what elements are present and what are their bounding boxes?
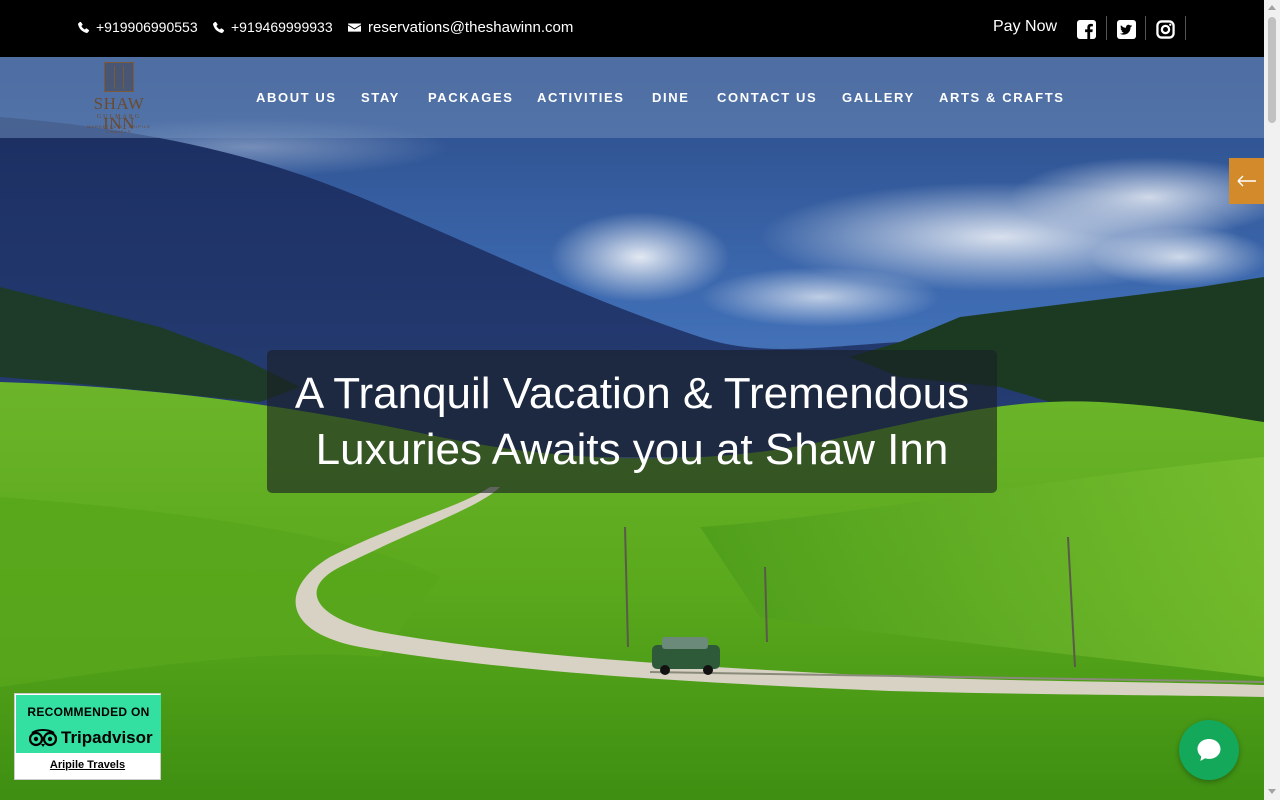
nav-activities[interactable]: ACTIVITIES bbox=[537, 90, 625, 105]
slider-prev-button[interactable] bbox=[1229, 158, 1264, 204]
phone-icon bbox=[213, 21, 225, 33]
social-divider bbox=[1106, 16, 1107, 40]
twitter-icon bbox=[1116, 19, 1136, 39]
tripadvisor-recommended-text: RECOMMENDED ON bbox=[27, 705, 150, 719]
chat-widget-button[interactable] bbox=[1179, 720, 1239, 780]
tripadvisor-brand-name: Tripadvisor bbox=[61, 728, 153, 747]
shaw-inn-logo[interactable]: SHAW INN GULMARG MARKETED BY ARIPILE TRA… bbox=[78, 62, 160, 134]
tripadvisor-brand: Tripadvisor bbox=[29, 728, 153, 748]
envelope-icon bbox=[348, 23, 361, 32]
hero-headline-box: A Tranquil Vacation & Tremendous Luxurie… bbox=[267, 350, 997, 493]
phone-number-2: +919469999933 bbox=[231, 19, 333, 35]
logo-tagline: MARKETED BY ARIPILE TRAVELS bbox=[87, 124, 151, 134]
nav-about-us[interactable]: ABOUT US bbox=[256, 90, 337, 105]
phone-number-1: +919906990553 bbox=[96, 19, 198, 35]
page-scrollbar[interactable] bbox=[1264, 0, 1280, 800]
nav-contact-us[interactable]: CONTACT US bbox=[717, 90, 817, 105]
logo-place: GULMARG bbox=[96, 114, 142, 120]
email-contact[interactable]: reservations@theshawinn.com bbox=[347, 19, 573, 36]
twitter-link[interactable] bbox=[1113, 16, 1139, 42]
facebook-icon bbox=[1076, 19, 1096, 39]
hero-headline-line-2: Luxuries Awaits you at Shaw Inn bbox=[315, 424, 949, 474]
nav-dine[interactable]: DINE bbox=[652, 90, 689, 105]
logo-monogram-icon bbox=[104, 62, 134, 92]
pay-now-link[interactable]: Pay Now bbox=[993, 18, 1057, 36]
phone-contact-1[interactable]: +919906990553 bbox=[77, 19, 198, 35]
phone-contact-2[interactable]: +919469999933 bbox=[212, 19, 333, 35]
scroll-up-arrow-icon[interactable] bbox=[1268, 5, 1276, 10]
social-divider bbox=[1145, 16, 1146, 40]
scroll-down-arrow-icon[interactable] bbox=[1268, 789, 1276, 794]
hero-headline: A Tranquil Vacation & Tremendous Luxurie… bbox=[295, 366, 969, 478]
arrow-left-icon bbox=[1237, 175, 1256, 187]
scrollbar-thumb[interactable] bbox=[1268, 17, 1276, 123]
nav-packages[interactable]: PACKAGES bbox=[428, 90, 514, 105]
tripadvisor-badge-header: RECOMMENDED ON Tripadvisor bbox=[16, 695, 161, 753]
chat-bubble-icon bbox=[1197, 739, 1221, 761]
nav-stay[interactable]: STAY bbox=[361, 90, 400, 105]
facebook-link[interactable] bbox=[1073, 16, 1099, 42]
social-divider bbox=[1185, 16, 1186, 40]
nav-arts-crafts[interactable]: ARTS & CRAFTS bbox=[939, 90, 1065, 105]
phone-icon bbox=[78, 21, 90, 33]
hero-headline-line-1: A Tranquil Vacation & Tremendous bbox=[294, 368, 970, 418]
instagram-link[interactable] bbox=[1152, 16, 1178, 42]
top-contact-bar: +919906990553 +919469999933 reservations… bbox=[0, 0, 1264, 57]
nav-gallery[interactable]: GALLERY bbox=[842, 90, 915, 105]
instagram-icon bbox=[1155, 19, 1175, 39]
tripadvisor-agency-link[interactable]: Aripile Travels bbox=[15, 759, 160, 771]
main-navbar bbox=[0, 57, 1264, 138]
email-address: reservations@theshawinn.com bbox=[368, 19, 574, 36]
tripadvisor-owl-icon bbox=[29, 729, 57, 747]
tripadvisor-badge[interactable]: RECOMMENDED ON Tripadvisor Aripile Trave… bbox=[14, 693, 161, 780]
